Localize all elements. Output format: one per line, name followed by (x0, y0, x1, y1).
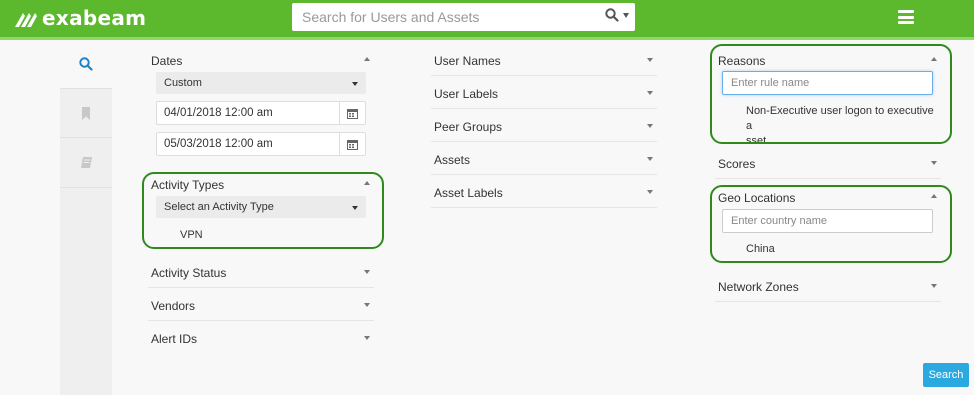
hamburger-menu-icon[interactable] (898, 10, 914, 24)
chevron-up-icon (364, 57, 370, 61)
filter-label: Geo Locations (718, 191, 796, 205)
select-value: Custom (164, 77, 202, 89)
end-date-value: 05/03/2018 12:00 am (164, 138, 273, 150)
chevron-down-icon (364, 303, 370, 307)
search-icon (79, 57, 93, 71)
filter-label: Peer Groups (434, 120, 503, 134)
chevron-down-icon (623, 12, 629, 18)
left-sidebar (60, 40, 112, 395)
filter-label: Activity Types (151, 178, 225, 192)
filter-label: Network Zones (718, 280, 799, 294)
select-value: Select an Activity Type (164, 201, 274, 213)
selected-country[interactable]: China (746, 242, 775, 257)
activity-status-filter[interactable]: Activity Status (148, 255, 374, 288)
chevron-down-icon (931, 161, 937, 165)
date-range-select[interactable]: Custom (156, 72, 366, 94)
network-zones-filter[interactable]: Network Zones (715, 269, 941, 302)
search-icon (605, 8, 619, 22)
chevron-down-icon (647, 91, 653, 95)
assets-filter[interactable]: Assets (431, 142, 657, 175)
top-navigation-bar: exabeam (0, 0, 974, 40)
sidebar-item-bookmarks[interactable] (60, 89, 112, 138)
rule-name-input[interactable] (722, 71, 933, 95)
end-date-field[interactable]: 05/03/2018 12:00 am (156, 132, 366, 156)
brand-name: exabeam (42, 6, 147, 30)
calendar-icon[interactable] (339, 133, 365, 155)
chevron-up-icon (931, 57, 937, 61)
search-dropdown-button[interactable] (605, 8, 629, 22)
start-date-field[interactable]: 04/01/2018 12:00 am (156, 101, 366, 125)
peer-groups-filter[interactable]: Peer Groups (431, 109, 657, 142)
bookmark-icon (82, 106, 90, 120)
alert-ids-filter[interactable]: Alert IDs (148, 321, 374, 354)
user-labels-filter[interactable]: User Labels (431, 76, 657, 109)
chevron-down-icon (364, 270, 370, 274)
country-name-input[interactable] (722, 209, 933, 233)
filter-label: Asset Labels (434, 186, 503, 200)
chevron-up-icon (364, 181, 370, 185)
vendors-filter[interactable]: Vendors (148, 288, 374, 321)
sidebar-item-search[interactable] (60, 40, 112, 89)
start-date-value: 04/01/2018 12:00 am (164, 107, 273, 119)
selected-reason-line-1: Non-Executive user logon to executive a (746, 105, 934, 132)
filter-label: Scores (718, 157, 756, 171)
global-search (292, 3, 635, 31)
chevron-down-icon (647, 157, 653, 161)
filter-label: Activity Status (151, 266, 227, 280)
filter-label: Dates (151, 54, 183, 68)
filter-label: Alert IDs (151, 332, 198, 346)
filter-label: Vendors (151, 299, 196, 313)
filter-label: Reasons (718, 54, 766, 68)
exabeam-logo-icon (15, 13, 37, 27)
global-search-input[interactable] (292, 3, 582, 31)
chevron-down-icon (647, 190, 653, 194)
selected-activity-type[interactable]: VPN (180, 228, 203, 243)
scores-filter[interactable]: Scores (715, 146, 941, 179)
chevron-down-icon (647, 124, 653, 128)
search-button[interactable]: Search (923, 363, 969, 387)
chevron-down-icon (352, 82, 358, 86)
chevron-up-icon (931, 194, 937, 198)
selected-reason[interactable]: Non-Executive user logon to executive a … (746, 104, 936, 149)
chevron-down-icon (352, 206, 358, 210)
chevron-down-icon (647, 58, 653, 62)
chevron-down-icon (931, 284, 937, 288)
notebook-icon (80, 157, 92, 168)
sidebar-item-notebook[interactable] (60, 138, 112, 188)
filter-label: User Names (434, 54, 501, 68)
activity-type-select[interactable]: Select an Activity Type (156, 196, 366, 218)
user-names-filter[interactable]: User Names (431, 43, 657, 76)
exabeam-logo[interactable]: exabeam (14, 6, 146, 30)
asset-labels-filter[interactable]: Asset Labels (431, 175, 657, 208)
filter-label: Assets (434, 153, 471, 167)
filter-label: User Labels (434, 87, 499, 101)
chevron-down-icon (364, 336, 370, 340)
calendar-icon[interactable] (339, 102, 365, 124)
